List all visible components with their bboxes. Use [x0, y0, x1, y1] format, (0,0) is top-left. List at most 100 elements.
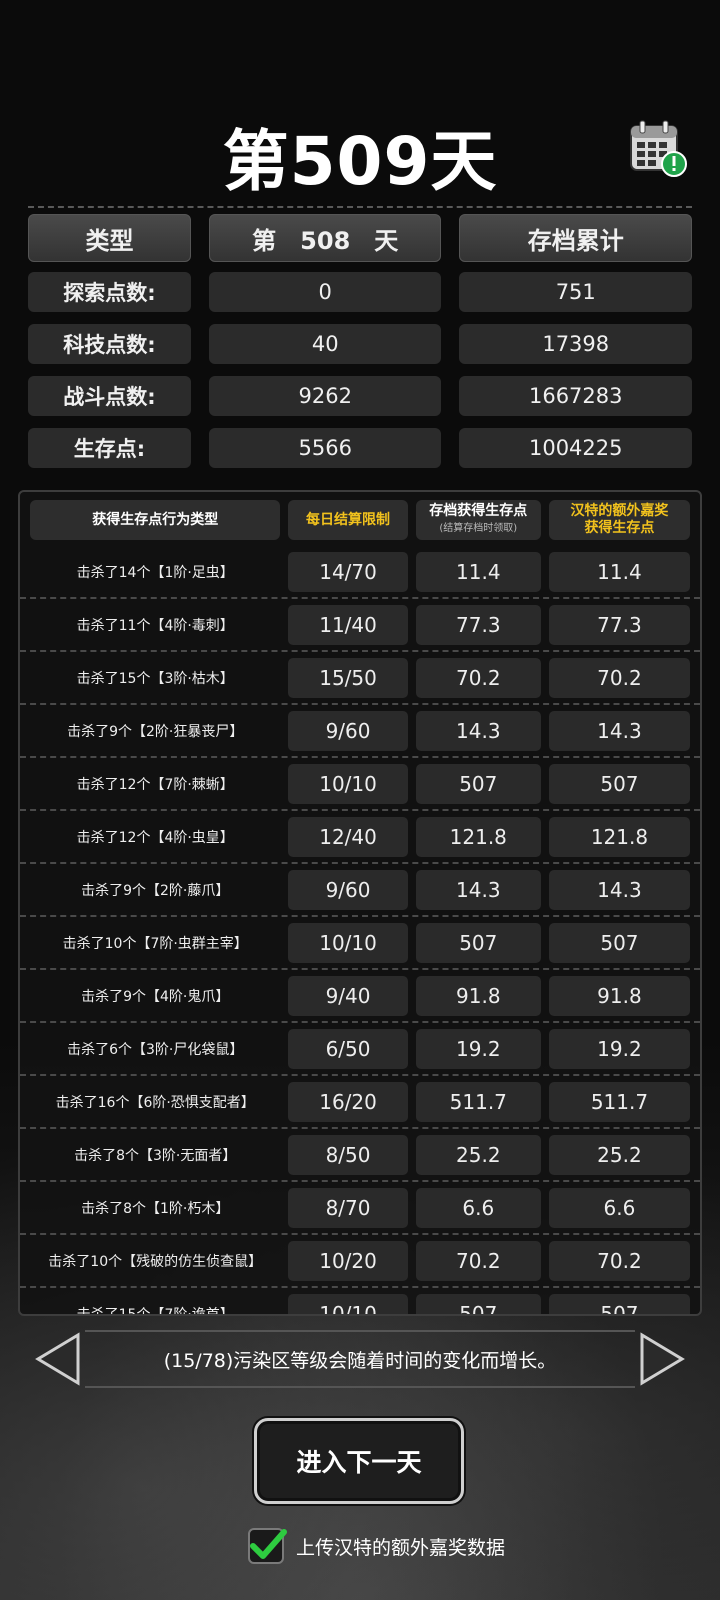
- calendar-icon[interactable]: [627, 118, 689, 180]
- action-cell: 击杀了15个【3阶·枯木】: [76, 670, 234, 687]
- action-cell: 击杀了14个【1阶·足虫】: [76, 564, 234, 581]
- bonus-cell: 14.3: [548, 710, 690, 751]
- table-row: 击杀了9个【2阶·狂暴丧尸】 9/60 14.3 14.3: [20, 705, 700, 758]
- stats-header-day: 第 508 天: [208, 214, 442, 262]
- action-cell: 击杀了10个【残破的仿生侦查鼠】: [48, 1253, 263, 1270]
- action-cell: 击杀了16个【6阶·恐惧支配者】: [55, 1094, 255, 1111]
- bonus-cell: 6.6: [548, 1187, 690, 1228]
- column-header-bonus-line1: 汉特的额外嘉奖: [570, 503, 669, 519]
- points-cell: 77.3: [415, 604, 541, 645]
- bonus-cell: 19.2: [548, 1028, 690, 1069]
- table-row: 击杀了15个【3阶·枯木】 15/50 70.2 70.2: [20, 652, 700, 705]
- stats-label: 生存点:: [28, 428, 191, 468]
- table-row: 击杀了8个【3阶·无面者】 8/50 25.2 25.2: [20, 1129, 700, 1182]
- limit-cell: 14/70: [288, 551, 408, 592]
- column-header-points-note: (结算存档时领取): [439, 523, 518, 534]
- points-cell: 11.4: [415, 551, 541, 592]
- bonus-cell: 14.3: [548, 869, 690, 910]
- limit-cell: 12/40: [288, 816, 408, 857]
- limit-cell: 16/20: [288, 1081, 408, 1122]
- bonus-cell: 77.3: [548, 604, 690, 645]
- action-cell: 击杀了9个【2阶·藤爪】: [81, 882, 230, 899]
- table-row: 击杀了9个【4阶·鬼爪】 9/40 91.8 91.8: [20, 970, 700, 1023]
- action-cell: 击杀了11个【4阶·毒刺】: [76, 617, 234, 634]
- stats-row: 科技点数: 40 17398: [28, 324, 692, 364]
- points-cell: 91.8: [415, 975, 541, 1016]
- triangle-left-icon: [35, 1332, 80, 1386]
- stats-header-row: 类型 第 508 天 存档累计: [28, 214, 692, 262]
- stats-label: 科技点数:: [28, 324, 191, 364]
- stats-row: 探索点数: 0 751: [28, 272, 692, 312]
- tip-bar: (15/78)污染区等级会随着时间的变化而增长。: [0, 1330, 720, 1388]
- prev-tip-button[interactable]: [34, 1332, 82, 1386]
- bonus-cell: 25.2: [548, 1134, 690, 1175]
- upload-bonus-toggle[interactable]: 上传汉特的额外嘉奖数据: [248, 1528, 505, 1564]
- stats-header-total: 存档累计: [459, 214, 692, 262]
- stats-row: 战斗点数: 9262 1667283: [28, 376, 692, 416]
- points-cell: 14.3: [415, 710, 541, 751]
- action-cell: 击杀了12个【4阶·虫皇】: [76, 829, 234, 846]
- triangle-right-icon: [640, 1332, 685, 1386]
- table-row: 击杀了8个【1阶·朽木】 8/70 6.6 6.6: [20, 1182, 700, 1235]
- column-header-type: 获得生存点行为类型: [30, 500, 281, 540]
- column-header-points: 存档获得生存点 (结算存档时领取): [415, 500, 541, 540]
- table-row: 击杀了9个【2阶·藤爪】 9/60 14.3 14.3: [20, 864, 700, 917]
- stats-day-value: 40: [208, 324, 442, 364]
- table-row: 击杀了12个【4阶·虫皇】 12/40 121.8 121.8: [20, 811, 700, 864]
- stats-label: 探索点数:: [28, 272, 191, 312]
- points-cell: 70.2: [415, 657, 541, 698]
- table-row: 击杀了12个【7阶·棘蜥】 10/10 507 507: [20, 758, 700, 811]
- bonus-cell: 507: [548, 922, 690, 963]
- tip-top-line: [85, 1330, 635, 1332]
- limit-cell: 9/60: [288, 869, 408, 910]
- table-row: 击杀了10个【残破的仿生侦查鼠】 10/20 70.2 70.2: [20, 1235, 700, 1288]
- checkmark-icon: [250, 1529, 287, 1559]
- points-cell: 511.7: [415, 1081, 541, 1122]
- limit-cell: 10/10: [288, 1293, 408, 1314]
- table-row: 击杀了6个【3阶·尸化袋鼠】 6/50 19.2 19.2: [20, 1023, 700, 1076]
- points-cell: 19.2: [415, 1028, 541, 1069]
- action-cell: 击杀了9个【2阶·狂暴丧尸】: [67, 723, 244, 740]
- action-cell: 击杀了15个【7阶·诡首】: [76, 1306, 234, 1316]
- column-header-points-label: 存档获得生存点: [429, 503, 528, 519]
- limit-cell: 11/40: [288, 604, 408, 645]
- bonus-cell: 507: [548, 1293, 690, 1314]
- stats-row: 生存点: 5566 1004225: [28, 428, 692, 468]
- points-cell: 70.2: [415, 1240, 541, 1281]
- survival-points-table[interactable]: 获得生存点行为类型 每日结算限制 存档获得生存点 (结算存档时领取) 汉特的额外…: [18, 490, 702, 1316]
- action-cell: 击杀了9个【4阶·鬼爪】: [81, 988, 230, 1005]
- column-header-limit: 每日结算限制: [288, 500, 408, 540]
- points-cell: 507: [415, 1293, 541, 1314]
- page-title: 第509天: [222, 123, 498, 200]
- table-header: 获得生存点行为类型 每日结算限制 存档获得生存点 (结算存档时领取) 汉特的额外…: [20, 492, 700, 546]
- upload-checkbox[interactable]: [248, 1528, 287, 1564]
- next-tip-button[interactable]: [638, 1332, 686, 1386]
- column-header-bonus-line2: 获得生存点: [584, 520, 655, 536]
- limit-cell: 8/70: [288, 1187, 408, 1228]
- stats-panel: 类型 第 508 天 存档累计 探索点数: 0 751 科技点数: 40 173…: [28, 214, 692, 480]
- points-cell: 25.2: [415, 1134, 541, 1175]
- next-day-button[interactable]: 进入下一天: [254, 1418, 464, 1504]
- limit-cell: 9/60: [288, 710, 408, 751]
- stats-total-value: 751: [459, 272, 692, 312]
- points-cell: 14.3: [415, 869, 541, 910]
- table-body: 击杀了14个【1阶·足虫】 14/70 11.4 11.4 击杀了11个【4阶·毒刺】 1…: [20, 546, 700, 1316]
- bonus-cell: 507: [548, 763, 690, 804]
- stats-total-value: 1667283: [459, 376, 692, 416]
- stats-day-value: 9262: [208, 376, 442, 416]
- action-cell: 击杀了12个【7阶·棘蜥】: [76, 776, 234, 793]
- stats-total-value: 17398: [459, 324, 692, 364]
- points-cell: 507: [415, 922, 541, 963]
- bonus-cell: 11.4: [548, 551, 690, 592]
- bonus-cell: 91.8: [548, 975, 690, 1016]
- action-cell: 击杀了10个【7阶·虫群主宰】: [62, 935, 248, 952]
- points-cell: 121.8: [415, 816, 541, 857]
- limit-cell: 15/50: [288, 657, 408, 698]
- stats-label: 战斗点数:: [28, 376, 191, 416]
- column-header-bonus: 汉特的额外嘉奖 获得生存点: [548, 500, 690, 540]
- bonus-cell: 70.2: [548, 657, 690, 698]
- limit-cell: 9/40: [288, 975, 408, 1016]
- limit-cell: 10/10: [288, 763, 408, 804]
- action-cell: 击杀了6个【3阶·尸化袋鼠】: [67, 1041, 244, 1058]
- stats-day-value: 5566: [208, 428, 442, 468]
